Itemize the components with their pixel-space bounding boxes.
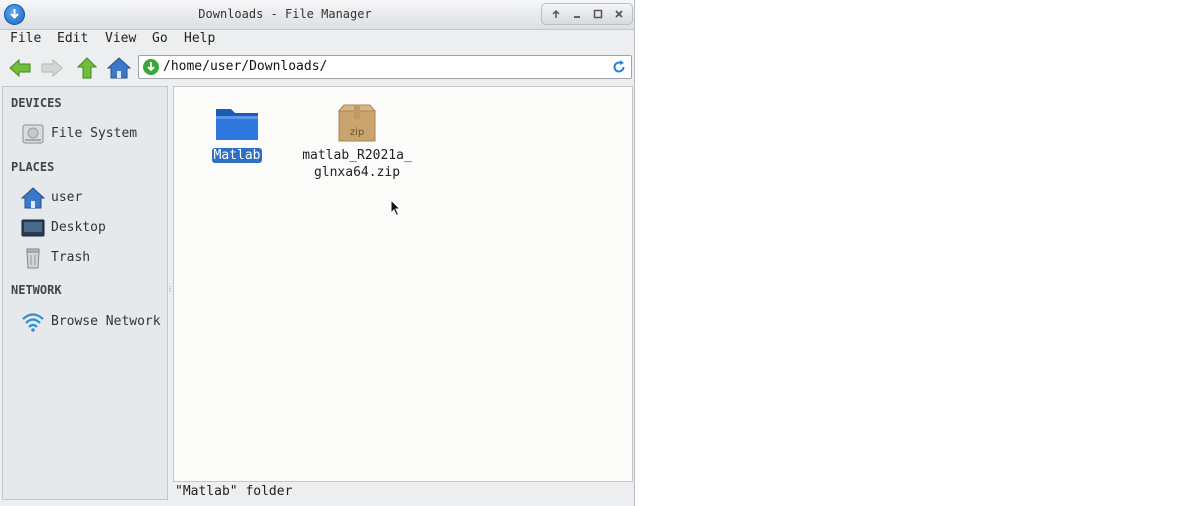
sidebar-heading-devices: DEVICES xyxy=(11,96,62,110)
window-controls xyxy=(541,3,633,25)
location-path[interactable]: /home/user/Downloads/ xyxy=(163,59,327,74)
sidebar-item-label: File System xyxy=(51,126,138,141)
back-arrow-icon xyxy=(9,58,31,78)
home-icon xyxy=(21,187,45,209)
sidebar-item-label: user xyxy=(51,190,83,205)
desktop-icon xyxy=(21,219,45,237)
arrow-up-icon xyxy=(552,9,560,18)
folder-icon xyxy=(216,109,258,140)
location-bar[interactable]: /home/user/Downloads/ xyxy=(138,55,632,79)
home-button[interactable] xyxy=(106,55,132,81)
forward-button[interactable] xyxy=(39,55,65,81)
wifi-icon xyxy=(22,313,44,332)
menu-file[interactable]: File xyxy=(10,31,41,46)
up-arrow-icon xyxy=(76,57,98,79)
menu-view[interactable]: View xyxy=(105,31,136,46)
up-button[interactable] xyxy=(74,55,100,81)
trash-icon xyxy=(26,248,40,269)
shade-button[interactable] xyxy=(547,6,565,22)
close-button[interactable] xyxy=(610,6,628,22)
title-bar[interactable]: Downloads - File Manager xyxy=(0,0,634,30)
maximize-button[interactable] xyxy=(589,6,607,22)
file-label: Matlab xyxy=(211,148,263,163)
menu-bar: File Edit View Go Help xyxy=(0,29,634,51)
close-icon xyxy=(615,10,623,18)
file-view[interactable]: Matlab zip matlab_R2021a_ glnxa64.zip xyxy=(173,86,633,482)
sidebar-item-user[interactable]: user xyxy=(19,185,167,211)
sidebar-item-label: Trash xyxy=(51,250,91,265)
file-label: matlab_R2021a_ glnxa64.zip xyxy=(302,148,412,180)
status-text: "Matlab" folder xyxy=(175,484,293,499)
home-icon xyxy=(107,57,131,79)
sidebar-item-desktop[interactable]: Desktop xyxy=(19,215,167,241)
reload-icon[interactable] xyxy=(611,59,627,75)
sidebar-item-label: Browse Network xyxy=(51,314,161,329)
file-item-matlab[interactable]: Matlab xyxy=(210,103,264,164)
sidebar-heading-network: NETWORK xyxy=(11,283,62,297)
status-bar: "Matlab" folder xyxy=(173,482,633,502)
sidebar-item-trash[interactable]: Trash xyxy=(19,245,167,271)
sidebar: DEVICES File System PLACES user Desktop xyxy=(2,86,168,500)
zip-archive-icon: zip xyxy=(337,104,377,142)
sidebar-item-browse-network[interactable]: Browse Network xyxy=(19,309,167,335)
minimize-icon xyxy=(574,16,580,18)
file-manager-window: Downloads - File Manager File Edit View … xyxy=(0,0,635,506)
back-button[interactable] xyxy=(7,55,33,81)
forward-arrow-icon xyxy=(41,58,63,78)
minimize-button[interactable] xyxy=(568,6,586,22)
sidebar-item-file-system[interactable]: File System xyxy=(19,121,167,147)
sidebar-heading-places: PLACES xyxy=(11,160,55,174)
drive-icon xyxy=(22,124,44,144)
mouse-cursor-icon xyxy=(390,199,402,217)
file-item-matlab-zip[interactable]: zip matlab_R2021a_ glnxa64.zip xyxy=(296,103,418,181)
window-title: Downloads - File Manager xyxy=(198,7,372,21)
menu-go[interactable]: Go xyxy=(152,31,168,46)
menu-help[interactable]: Help xyxy=(184,31,215,46)
go-down-icon[interactable] xyxy=(143,59,159,75)
maximize-icon xyxy=(593,9,603,19)
menu-edit[interactable]: Edit xyxy=(57,31,88,46)
zip-badge-text: zip xyxy=(350,127,364,138)
pane-splitter-handle[interactable]: ⁞ xyxy=(169,286,172,298)
sidebar-item-label: Desktop xyxy=(51,220,106,235)
